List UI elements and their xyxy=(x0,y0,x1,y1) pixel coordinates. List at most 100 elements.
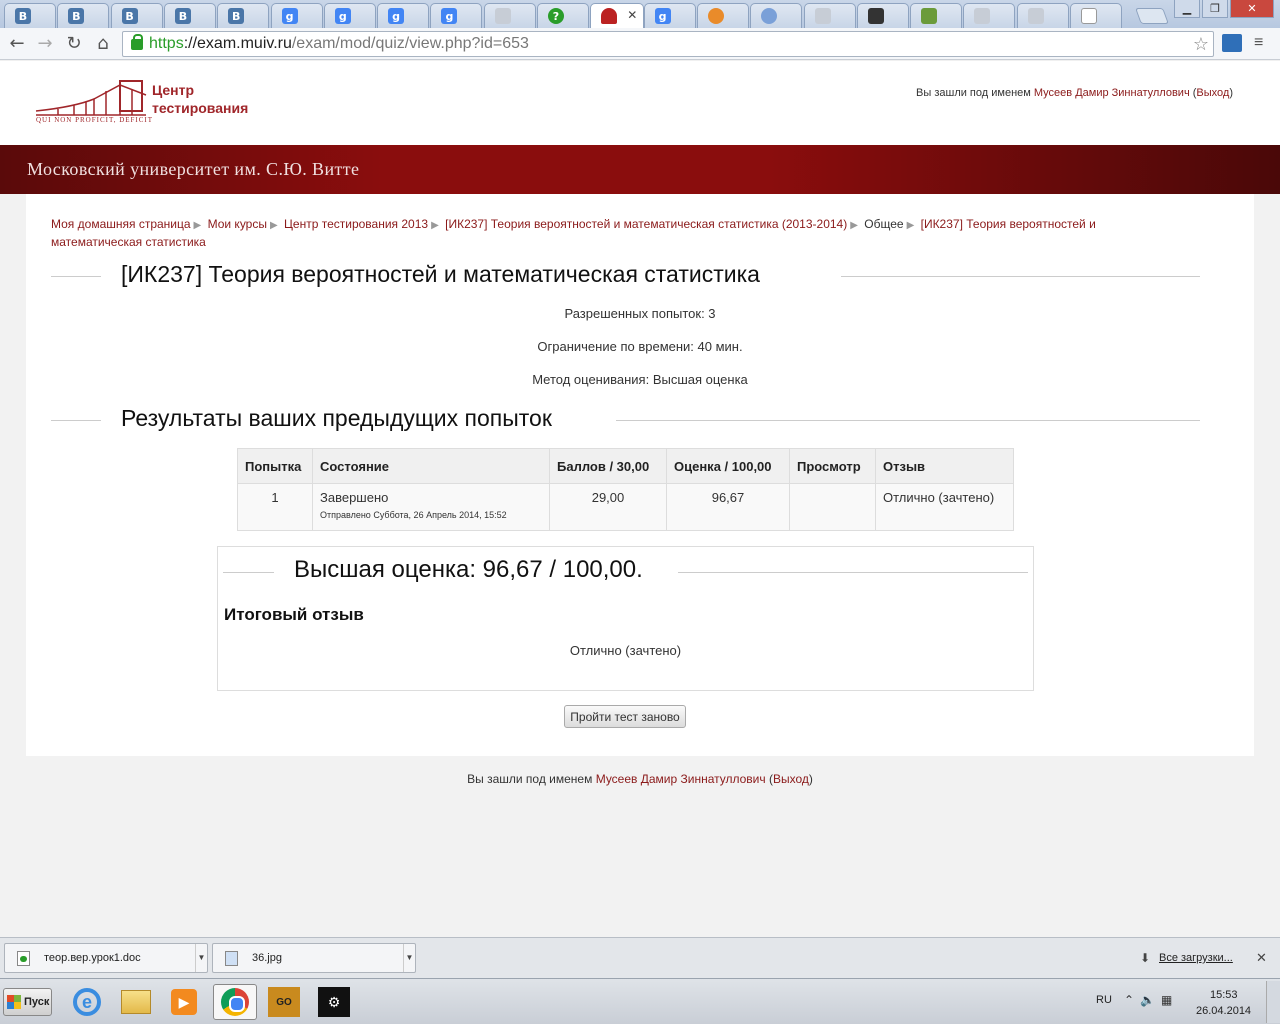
breadcrumb: Моя домашняя страница ▶ Мои курсы ▶ Центр … xyxy=(51,216,1131,250)
taskbar-media-player[interactable]: ▶ xyxy=(162,984,206,1020)
attempt-marks: 29,00 xyxy=(549,483,667,531)
input-language[interactable]: RU xyxy=(1096,994,1112,1006)
browser-tab[interactable]: ✕ xyxy=(590,3,645,28)
windows-logo-icon xyxy=(7,995,21,1009)
taskbar-steam[interactable]: ⚙ xyxy=(312,984,356,1020)
overall-feedback-text: Отлично (зачтено) xyxy=(569,643,682,658)
browser-tab[interactable]: В xyxy=(4,3,56,28)
all-downloads-link[interactable]: Все загрузки... xyxy=(1159,952,1233,964)
browser-tab[interactable]: g xyxy=(270,3,323,28)
banner-title: Московский университет им. С.Ю. Витте xyxy=(27,159,360,179)
google-icon: g xyxy=(334,8,351,24)
logout-link[interactable]: Выход xyxy=(1196,87,1229,99)
download-filename: теор.вер.урок1.doc xyxy=(44,952,141,964)
vk-icon: В xyxy=(228,8,245,24)
close-window-button[interactable]: ✕ xyxy=(1230,0,1274,18)
google-icon: g xyxy=(281,8,298,24)
browser-toolbar: ← → ↻ ⌂ https://exam.muiv.ru/exam/mod/qu… xyxy=(0,28,1280,60)
column-header-attempt: Попытка xyxy=(237,448,313,484)
close-icon[interactable]: ✕ xyxy=(1256,950,1267,966)
menu-icon[interactable]: ≡ xyxy=(1254,34,1263,52)
csgo-icon: GO xyxy=(268,987,300,1017)
breadcrumb-separator-icon: ▶ xyxy=(906,220,915,231)
breadcrumb-item-home[interactable]: Моя домашняя страница xyxy=(51,217,191,231)
folder-icon xyxy=(121,990,151,1014)
column-header-state: Состояние xyxy=(312,448,550,484)
back-icon[interactable]: ← xyxy=(6,33,28,55)
clock-date[interactable]: 26.04.2014 xyxy=(1196,1005,1251,1017)
download-item[interactable]: 36.jpg ▼ xyxy=(212,943,416,973)
university-banner: Московский университет им. С.Ю. Витте xyxy=(0,145,1280,194)
internet-explorer-icon: e xyxy=(73,988,101,1016)
chevron-down-icon[interactable]: ▼ xyxy=(403,944,415,972)
browser-tab[interactable] xyxy=(750,3,803,28)
show-desktop-button[interactable] xyxy=(1266,981,1280,1023)
taskbar-internet-explorer[interactable]: e xyxy=(65,984,109,1020)
breadcrumb-item-my-courses[interactable]: Мои курсы xyxy=(208,217,267,231)
breadcrumb-item-testing-center[interactable]: Центр тестирования 2013 xyxy=(284,217,428,231)
document-icon xyxy=(494,8,511,24)
attempt-state: Завершено xyxy=(320,490,389,505)
footer-logout-link[interactable]: Выход xyxy=(773,772,809,786)
taskbar-explorer[interactable] xyxy=(114,984,158,1020)
retake-quiz-button[interactable]: Пройти тест заново xyxy=(564,705,686,728)
logo-motto: QUI NON PROFICIT, DEFICIT xyxy=(36,116,154,124)
new-tab-button[interactable] xyxy=(1135,8,1169,24)
user-profile-link[interactable]: Мусеев Дамир Зиннатуллович xyxy=(1034,87,1190,99)
heading-rule xyxy=(51,420,101,421)
tab-close-icon[interactable]: ✕ xyxy=(627,8,637,22)
browser-tab[interactable] xyxy=(1016,3,1069,28)
bookmark-star-icon[interactable]: ☆ xyxy=(1193,34,1209,55)
time-limit: Ограничение по времени: 40 мин. xyxy=(537,339,743,354)
browser-tab[interactable]: В xyxy=(110,3,163,28)
address-bar[interactable]: https://exam.muiv.ru/exam/mod/quiz/view.… xyxy=(122,31,1214,57)
browser-tab[interactable]: В xyxy=(57,3,110,28)
google-icon: g xyxy=(388,8,405,24)
browser-tab[interactable] xyxy=(803,3,856,28)
taskbar-chrome[interactable] xyxy=(213,984,257,1020)
heading-rule xyxy=(223,572,274,573)
attempt-state-cell: Завершено Отправлено Суббота, 26 Апрель … xyxy=(312,483,550,531)
browser-tab[interactable]: В xyxy=(217,3,270,28)
browser-tab[interactable]: g xyxy=(643,3,696,28)
system-tray-icons[interactable]: ⌃🔈▦ xyxy=(1124,993,1178,1007)
start-button[interactable]: Пуск xyxy=(3,988,52,1016)
home-icon[interactable]: ⌂ xyxy=(92,33,114,55)
breadcrumb-item-general: Общее xyxy=(864,217,904,231)
heading-rule xyxy=(841,276,1200,277)
maximize-button[interactable]: ❐ xyxy=(1202,0,1228,18)
footer-user-profile-link[interactable]: Мусеев Дамир Зиннатуллович xyxy=(596,772,766,786)
attempt-review xyxy=(789,483,876,531)
browser-tab[interactable]: g xyxy=(323,3,376,28)
browser-tab[interactable] xyxy=(696,3,749,28)
browser-tab[interactable] xyxy=(483,3,536,28)
clock-time[interactable]: 15:53 xyxy=(1210,989,1238,1001)
browser-tab[interactable]: В xyxy=(163,3,216,28)
login-info-footer: Вы зашли под именем Мусеев Дамир Зиннату… xyxy=(467,772,813,786)
image-file-icon xyxy=(225,950,238,966)
browser-tab[interactable]: ? xyxy=(537,3,589,28)
browser-tab-strip: В В В В Вg g g g? ✕ g xyxy=(0,0,1280,28)
google-icon: g xyxy=(654,8,671,24)
extension-icon[interactable] xyxy=(1222,34,1242,52)
browser-tab[interactable]: g xyxy=(430,3,483,28)
chevron-down-icon[interactable]: ▼ xyxy=(195,944,207,972)
blank-page-icon xyxy=(1081,8,1097,24)
lock-icon xyxy=(131,33,143,50)
minimize-button[interactable]: ▁ xyxy=(1174,0,1200,18)
quiz-title-heading: [ИК237] Теория вероятностей и математиче… xyxy=(51,261,1200,291)
download-item[interactable]: теор.вер.урок1.doc ▼ xyxy=(4,943,208,973)
forward-icon[interactable]: → xyxy=(34,33,56,55)
browser-tab[interactable] xyxy=(910,3,963,28)
browser-tab[interactable] xyxy=(856,3,909,28)
breadcrumb-item-course[interactable]: [ИК237] Теория вероятностей и математиче… xyxy=(445,217,847,231)
browser-tab[interactable] xyxy=(1070,3,1122,28)
main-content: Моя домашняя страница ▶ Мои курсы ▶ Центр … xyxy=(26,194,1254,756)
reload-icon[interactable]: ↻ xyxy=(63,33,85,55)
browser-tab[interactable] xyxy=(963,3,1016,28)
attempts-allowed: Разрешенных попыток: 3 xyxy=(564,306,716,321)
media-player-icon: ▶ xyxy=(171,989,197,1015)
browser-tab[interactable]: g xyxy=(377,3,430,28)
page-title: [ИК237] Теория вероятностей и математиче… xyxy=(121,261,760,287)
taskbar-csgo[interactable]: GO xyxy=(262,984,306,1020)
